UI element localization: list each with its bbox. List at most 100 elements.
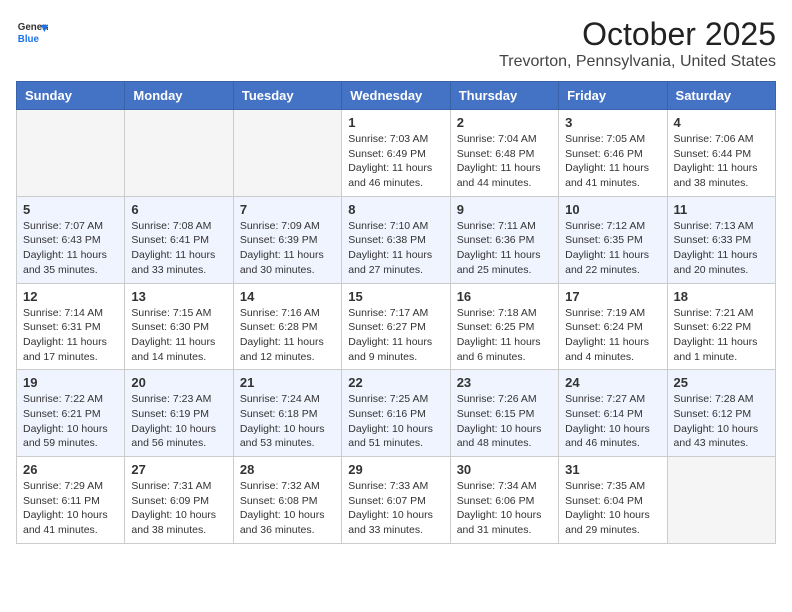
calendar-cell: 17 Sunrise: 7:19 AM Sunset: 6:24 PM Dayli…	[559, 283, 667, 370]
calendar-cell	[233, 110, 341, 197]
day-info: Sunrise: 7:12 AM Sunset: 6:35 PM Dayligh…	[565, 219, 660, 278]
day-info: Sunrise: 7:24 AM Sunset: 6:18 PM Dayligh…	[240, 392, 335, 451]
header-sunday: Sunday	[17, 82, 125, 110]
day-info: Sunrise: 7:10 AM Sunset: 6:38 PM Dayligh…	[348, 219, 443, 278]
day-number: 19	[23, 375, 118, 390]
day-info: Sunrise: 7:23 AM Sunset: 6:19 PM Dayligh…	[131, 392, 226, 451]
day-info: Sunrise: 7:34 AM Sunset: 6:06 PM Dayligh…	[457, 479, 552, 538]
day-number: 1	[348, 115, 443, 130]
day-number: 11	[674, 202, 769, 217]
day-info: Sunrise: 7:25 AM Sunset: 6:16 PM Dayligh…	[348, 392, 443, 451]
day-info: Sunrise: 7:28 AM Sunset: 6:12 PM Dayligh…	[674, 392, 769, 451]
calendar-cell: 14 Sunrise: 7:16 AM Sunset: 6:28 PM Dayli…	[233, 283, 341, 370]
day-number: 27	[131, 462, 226, 477]
day-number: 16	[457, 289, 552, 304]
calendar-cell: 31Sunrise: 7:35 AM Sunset: 6:04 PM Dayli…	[559, 457, 667, 544]
calendar-table: Sunday Monday Tuesday Wednesday Thursday…	[16, 81, 776, 544]
calendar-cell	[667, 457, 775, 544]
calendar-header-row: Sunday Monday Tuesday Wednesday Thursday…	[17, 82, 776, 110]
day-info: Sunrise: 7:06 AM Sunset: 6:44 PM Dayligh…	[674, 132, 769, 191]
day-info: Sunrise: 7:13 AM Sunset: 6:33 PM Dayligh…	[674, 219, 769, 278]
day-number: 18	[674, 289, 769, 304]
day-info: Sunrise: 7:26 AM Sunset: 6:15 PM Dayligh…	[457, 392, 552, 451]
day-number: 7	[240, 202, 335, 217]
svg-text:Blue: Blue	[18, 34, 40, 45]
title-block: October 2025 Trevorton, Pennsylvania, Un…	[499, 16, 776, 71]
calendar-cell: 8 Sunrise: 7:10 AM Sunset: 6:38 PM Daylig…	[342, 196, 450, 283]
day-info: Sunrise: 7:19 AM Sunset: 6:24 PM Dayligh…	[565, 306, 660, 365]
day-info: Sunrise: 7:17 AM Sunset: 6:27 PM Dayligh…	[348, 306, 443, 365]
day-number: 6	[131, 202, 226, 217]
location-subtitle: Trevorton, Pennsylvania, United States	[499, 53, 776, 71]
calendar-cell: 9 Sunrise: 7:11 AM Sunset: 6:36 PM Daylig…	[450, 196, 558, 283]
day-number: 4	[674, 115, 769, 130]
calendar-week-3: 12Sunrise: 7:14 AM Sunset: 6:31 PM Dayli…	[17, 283, 776, 370]
header-tuesday: Tuesday	[233, 82, 341, 110]
calendar-cell: 24 Sunrise: 7:27 AM Sunset: 6:14 PM Dayli…	[559, 370, 667, 457]
calendar-cell: 25Sunrise: 7:28 AM Sunset: 6:12 PM Dayli…	[667, 370, 775, 457]
calendar-cell: 16Sunrise: 7:18 AM Sunset: 6:25 PM Dayli…	[450, 283, 558, 370]
calendar-cell: 27 Sunrise: 7:31 AM Sunset: 6:09 PM Dayli…	[125, 457, 233, 544]
calendar-cell: 10 Sunrise: 7:12 AM Sunset: 6:35 PM Dayli…	[559, 196, 667, 283]
calendar-cell: 6 Sunrise: 7:08 AM Sunset: 6:41 PM Daylig…	[125, 196, 233, 283]
day-number: 17	[565, 289, 660, 304]
day-number: 26	[23, 462, 118, 477]
day-info: Sunrise: 7:11 AM Sunset: 6:36 PM Dayligh…	[457, 219, 552, 278]
calendar-cell: 28 Sunrise: 7:32 AM Sunset: 6:08 PM Dayli…	[233, 457, 341, 544]
day-info: Sunrise: 7:03 AM Sunset: 6:49 PM Dayligh…	[348, 132, 443, 191]
day-info: Sunrise: 7:15 AM Sunset: 6:30 PM Dayligh…	[131, 306, 226, 365]
logo: General Blue	[16, 16, 48, 48]
day-info: Sunrise: 7:16 AM Sunset: 6:28 PM Dayligh…	[240, 306, 335, 365]
day-number: 22	[348, 375, 443, 390]
day-number: 15	[348, 289, 443, 304]
day-info: Sunrise: 7:09 AM Sunset: 6:39 PM Dayligh…	[240, 219, 335, 278]
day-number: 21	[240, 375, 335, 390]
day-info: Sunrise: 7:07 AM Sunset: 6:43 PM Dayligh…	[23, 219, 118, 278]
day-number: 2	[457, 115, 552, 130]
day-info: Sunrise: 7:04 AM Sunset: 6:48 PM Dayligh…	[457, 132, 552, 191]
day-number: 13	[131, 289, 226, 304]
day-number: 12	[23, 289, 118, 304]
day-number: 9	[457, 202, 552, 217]
day-number: 14	[240, 289, 335, 304]
calendar-cell: 21 Sunrise: 7:24 AM Sunset: 6:18 PM Dayli…	[233, 370, 341, 457]
calendar-week-2: 5Sunrise: 7:07 AM Sunset: 6:43 PM Daylig…	[17, 196, 776, 283]
calendar-week-1: 1 Sunrise: 7:03 AM Sunset: 6:49 PM Daylig…	[17, 110, 776, 197]
calendar-cell: 7 Sunrise: 7:09 AM Sunset: 6:39 PM Daylig…	[233, 196, 341, 283]
calendar-cell: 26 Sunrise: 7:29 AM Sunset: 6:11 PM Dayli…	[17, 457, 125, 544]
day-number: 10	[565, 202, 660, 217]
day-number: 8	[348, 202, 443, 217]
calendar-cell	[17, 110, 125, 197]
day-info: Sunrise: 7:33 AM Sunset: 6:07 PM Dayligh…	[348, 479, 443, 538]
header-thursday: Thursday	[450, 82, 558, 110]
calendar-cell: 20Sunrise: 7:23 AM Sunset: 6:19 PM Dayli…	[125, 370, 233, 457]
calendar-cell	[125, 110, 233, 197]
header-monday: Monday	[125, 82, 233, 110]
calendar-cell: 12Sunrise: 7:14 AM Sunset: 6:31 PM Dayli…	[17, 283, 125, 370]
day-info: Sunrise: 7:29 AM Sunset: 6:11 PM Dayligh…	[23, 479, 118, 538]
header-wednesday: Wednesday	[342, 82, 450, 110]
calendar-cell: 15 Sunrise: 7:17 AM Sunset: 6:27 PM Dayli…	[342, 283, 450, 370]
day-info: Sunrise: 7:05 AM Sunset: 6:46 PM Dayligh…	[565, 132, 660, 191]
day-number: 29	[348, 462, 443, 477]
day-number: 3	[565, 115, 660, 130]
day-number: 30	[457, 462, 552, 477]
calendar-cell: 19Sunrise: 7:22 AM Sunset: 6:21 PM Dayli…	[17, 370, 125, 457]
calendar-cell: 11 Sunrise: 7:13 AM Sunset: 6:33 PM Dayli…	[667, 196, 775, 283]
calendar-cell: 1 Sunrise: 7:03 AM Sunset: 6:49 PM Daylig…	[342, 110, 450, 197]
day-info: Sunrise: 7:08 AM Sunset: 6:41 PM Dayligh…	[131, 219, 226, 278]
header-friday: Friday	[559, 82, 667, 110]
page-header: General Blue October 2025 Trevorton, Pen…	[16, 16, 776, 71]
calendar-cell: 2 Sunrise: 7:04 AM Sunset: 6:48 PM Daylig…	[450, 110, 558, 197]
day-number: 28	[240, 462, 335, 477]
day-info: Sunrise: 7:31 AM Sunset: 6:09 PM Dayligh…	[131, 479, 226, 538]
day-number: 31	[565, 462, 660, 477]
day-info: Sunrise: 7:32 AM Sunset: 6:08 PM Dayligh…	[240, 479, 335, 538]
calendar-cell: 3 Sunrise: 7:05 AM Sunset: 6:46 PM Daylig…	[559, 110, 667, 197]
calendar-week-5: 26 Sunrise: 7:29 AM Sunset: 6:11 PM Dayli…	[17, 457, 776, 544]
calendar-week-4: 19Sunrise: 7:22 AM Sunset: 6:21 PM Dayli…	[17, 370, 776, 457]
calendar-cell: 4 Sunrise: 7:06 AM Sunset: 6:44 PM Daylig…	[667, 110, 775, 197]
day-number: 24	[565, 375, 660, 390]
day-info: Sunrise: 7:27 AM Sunset: 6:14 PM Dayligh…	[565, 392, 660, 451]
calendar-cell: 22 Sunrise: 7:25 AM Sunset: 6:16 PM Dayli…	[342, 370, 450, 457]
